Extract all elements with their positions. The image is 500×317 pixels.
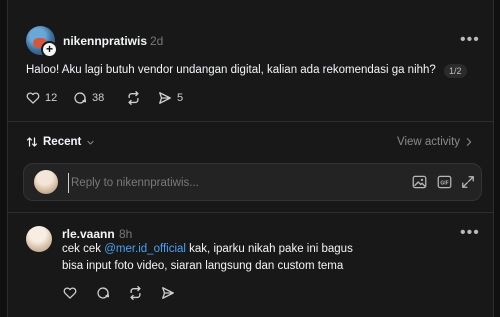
share-button[interactable]: 5 <box>158 91 183 105</box>
comment-text-line-2: bisa input foto video, siaran langsung d… <box>62 260 344 272</box>
sort-dropdown[interactable]: Recent <box>26 136 95 148</box>
view-activity-label: View activity <box>397 136 461 148</box>
heart-icon <box>63 287 77 299</box>
repost-icon <box>130 286 141 300</box>
post-text: Haloo! Aku lagi butuh vendor undangan di… <box>26 64 436 76</box>
follow-plus-icon[interactable]: + <box>41 41 58 58</box>
comment-timestamp: 8h <box>119 227 133 241</box>
post-page-indicator: 1/2 <box>444 64 467 78</box>
post-timestamp: 2d <box>150 34 164 48</box>
comment-count: 38 <box>92 92 105 104</box>
comment-more-icon[interactable]: ••• <box>460 224 480 242</box>
chevron-right-icon <box>466 138 472 146</box>
sort-icon <box>26 137 38 147</box>
author-username[interactable]: nikennpratiwis <box>63 34 147 48</box>
comment-icon <box>97 287 110 299</box>
comment-text-suffix: kak, iparku nikah pake ini bagus <box>185 243 353 255</box>
section-divider <box>8 121 493 122</box>
share-count: 5 <box>177 92 184 104</box>
repost-icon <box>128 91 139 105</box>
comment-button[interactable]: 38 <box>73 91 104 105</box>
comment-text-line-1: cek cek @mer.id_official kak, iparku nik… <box>62 243 353 255</box>
commenter-avatar[interactable] <box>26 226 52 252</box>
like-button[interactable]: 12 <box>26 91 57 104</box>
commenter-username[interactable]: rle.vaann <box>62 227 115 241</box>
mention-link[interactable]: @mer.id_official <box>104 243 186 255</box>
expand-icon[interactable] <box>461 175 475 189</box>
thread-card: + nikennpratiwis 2d ••• Haloo! Aku lagi … <box>7 0 494 317</box>
send-icon <box>162 287 174 299</box>
send-icon <box>159 92 171 104</box>
post-more-icon[interactable]: ••• <box>460 31 480 49</box>
svg-text:GIF: GIF <box>440 181 448 187</box>
comment-share-button[interactable] <box>161 286 175 300</box>
comment-repost-button[interactable] <box>128 286 143 300</box>
image-icon[interactable] <box>412 175 427 189</box>
like-count: 12 <box>45 91 58 104</box>
comment-text-prefix: cek cek <box>62 243 105 255</box>
view-activity-link[interactable]: View activity <box>397 136 473 148</box>
section-divider <box>8 212 493 213</box>
comment-like-button[interactable] <box>63 286 77 299</box>
repost-button[interactable] <box>126 91 141 105</box>
reply-input[interactable] <box>68 173 373 193</box>
comment-icon <box>74 92 87 104</box>
chevron-down-icon <box>87 140 94 144</box>
heart-icon <box>26 92 40 104</box>
current-user-avatar <box>34 170 58 194</box>
sort-label: Recent <box>43 136 82 148</box>
gif-icon[interactable]: GIF <box>437 175 452 189</box>
reply-composer: GIF <box>23 163 482 201</box>
comment-reply-button[interactable] <box>96 286 110 300</box>
